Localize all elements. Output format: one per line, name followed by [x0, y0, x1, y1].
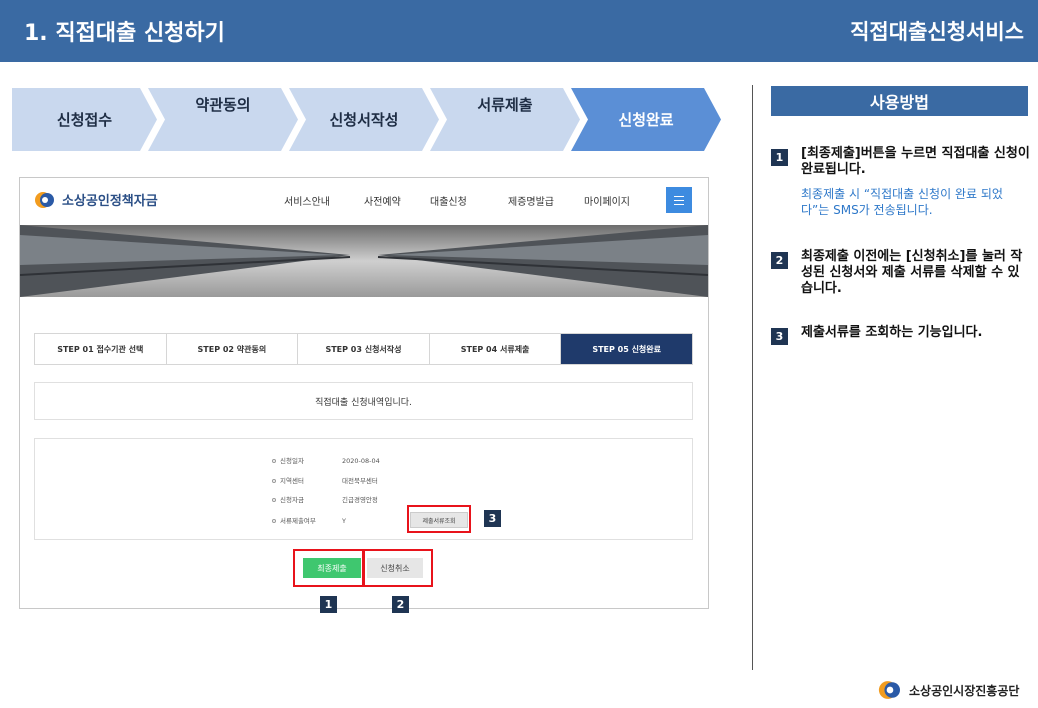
step-label: 신청서작성 — [329, 111, 399, 129]
site-step-1: STEP 01 접수기관 선택 — [35, 334, 167, 364]
website-screenshot: 소상공인정책자금 서비스안내 사전예약 대출신청 제증명발급 마이페이지 STE… — [19, 177, 709, 609]
badge-2: 2 — [392, 596, 409, 613]
menu-certificate[interactable]: 제증명발급 — [508, 193, 554, 208]
tip-text: 최종제출 이전에는 [신청취소]를 눌러 작성된 신청서와 제출 서류를 삭제할… — [801, 249, 1023, 296]
site-stepbar: STEP 01 접수기관 선택 STEP 02 약관동의 STEP 03 신청서… — [34, 333, 693, 365]
info-label: 서류제출여부 — [280, 517, 316, 525]
org-logo-icon — [878, 681, 900, 699]
info-row: 서류제출여부 Y — [272, 515, 346, 525]
step-label: 서류제출 — [477, 96, 533, 114]
badge-3: 3 — [484, 510, 501, 527]
footer-logo: 소상공인시장진흥공단 — [877, 680, 1019, 700]
bullet-icon — [272, 519, 276, 523]
info-value: 2020-08-04 — [342, 457, 380, 465]
tip-2: 2 최종제출 이전에는 [신청취소]를 눌러 작성된 신청서와 제출 서류를 삭… — [771, 249, 1031, 297]
tip-text: 제출서류를 조회하는 기능입니다. — [801, 325, 983, 340]
tip-1: 1 [최종제출]버튼을 누르면 직접대출 신청이 완료됩니다. 최종제출 시 “… — [771, 146, 1031, 218]
info-label: 신청일자 — [280, 457, 304, 465]
site-nav: 소상공인정책자금 서비스안내 사전예약 대출신청 제증명발급 마이페이지 — [20, 178, 708, 224]
service-title: 직접대출신청서비스 — [850, 20, 1024, 44]
info-label: 신청자금 — [280, 496, 304, 504]
header-bar: 1. 직접대출 신청하기 직접대출신청서비스 — [0, 0, 1038, 62]
info-box — [34, 438, 693, 540]
site-logo[interactable]: 소상공인정책자금 — [34, 190, 158, 209]
site-step-2: STEP 02 약관동의 — [167, 334, 299, 364]
banner-image — [20, 225, 708, 297]
tip-text: [최종제출]버튼을 누르면 직접대출 신청이 완료됩니다. — [801, 146, 1030, 177]
menu-reservation[interactable]: 사전예약 — [364, 193, 401, 208]
tip-3: 3 제출서류를 조회하는 기능입니다. — [771, 325, 1031, 345]
info-label: 지역센터 — [280, 477, 304, 485]
result-message: 직접대출 신청내역입니다. — [34, 382, 693, 420]
badge-1: 1 — [320, 596, 337, 613]
info-value: 긴급경영안정 — [342, 496, 378, 504]
vertical-divider — [752, 85, 753, 670]
step-label: 신청완료 — [618, 111, 674, 129]
menu-mypage[interactable]: 마이페이지 — [584, 193, 630, 208]
logo-text: 소상공인정책자금 — [62, 194, 158, 209]
info-row: 신청자금 긴급경영안정 — [272, 494, 378, 504]
menu-loan-apply[interactable]: 대출신청 — [430, 193, 467, 208]
page-title: 1. 직접대출 신청하기 — [24, 21, 225, 46]
tip-subtext: 최종제출 시 “직접대출 신청이 완료 되었다”는 SMS가 전송됩니다. — [801, 187, 1003, 217]
step-complete: 신청완료 — [571, 88, 721, 151]
step-label: 신청접수 — [56, 111, 113, 129]
info-value: Y — [342, 517, 346, 525]
highlight-box-1 — [293, 549, 364, 587]
highlight-box-2 — [363, 549, 433, 587]
site-step-5: STEP 05 신청완료 — [561, 334, 692, 364]
site-step-4: STEP 04 서류제출 — [430, 334, 562, 364]
bullet-icon — [272, 498, 276, 502]
tip-number: 3 — [771, 328, 788, 345]
highlight-box-3 — [407, 505, 471, 533]
logo-icon — [35, 191, 54, 208]
menu-service[interactable]: 서비스안내 — [284, 193, 330, 208]
info-row: 지역센터 대전북부센터 — [272, 475, 378, 485]
bullet-icon — [272, 459, 276, 463]
step-documents: 서류제출 — [430, 88, 580, 151]
tip-number: 1 — [771, 149, 788, 166]
site-step-3: STEP 03 신청서작성 — [298, 334, 430, 364]
tip-number: 2 — [771, 252, 788, 269]
process-steps: 신청접수 약관동의 신청서작성 서류제출 신청완료 — [12, 88, 722, 151]
bullet-icon — [272, 479, 276, 483]
step-label: 약관동의 — [195, 96, 251, 114]
step-form: 신청서작성 — [289, 88, 439, 151]
step-terms: 약관동의 — [148, 88, 298, 151]
info-value: 대전북부센터 — [342, 477, 378, 485]
hamburger-menu-icon[interactable] — [666, 187, 692, 213]
info-row: 신청일자 2020-08-04 — [272, 455, 380, 465]
step-received: 신청접수 — [12, 88, 157, 151]
howto-title: 사용방법 — [771, 86, 1028, 116]
org-name: 소상공인시장진흥공단 — [909, 683, 1020, 698]
building-banner-graphic — [20, 225, 708, 297]
